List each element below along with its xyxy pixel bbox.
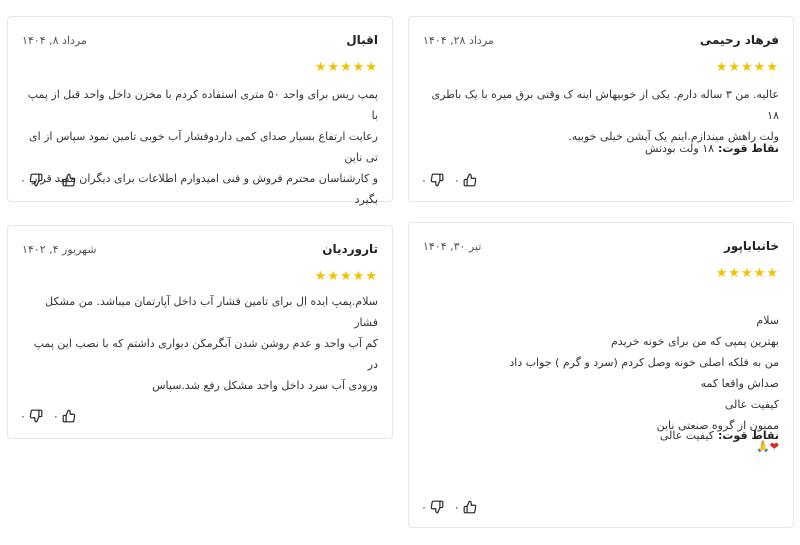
thumbs-down-icon xyxy=(430,173,444,187)
thumbs-down-icon xyxy=(29,409,43,423)
review-date: شهریور ۴, ۱۴۰۲ xyxy=(22,242,97,256)
review-author: اقبال xyxy=(346,33,378,47)
review-author: تاروردیان xyxy=(322,242,378,256)
review-votes: ۰ ۰ xyxy=(20,409,86,423)
review-date: مرداد ۲۸, ۱۴۰۴ xyxy=(423,33,494,47)
like-count: ۰ xyxy=(52,409,59,423)
review-body: پمپ ریس برای واحد ۵۰ متری استفاده کردم ب… xyxy=(27,88,378,206)
review-header: فرهاد رحیمی مرداد ۲۸, ۱۴۰۴ xyxy=(423,33,779,47)
like-button[interactable]: ۰ xyxy=(454,173,477,187)
review-header: تاروردیان شهریور ۴, ۱۴۰۲ xyxy=(22,242,378,256)
review-body: عالیه. من ۳ ساله دارم. یکی از خوبیهاش ای… xyxy=(431,88,779,143)
dislike-count: ۰ xyxy=(20,409,26,423)
review-strengths: نقاط قوت:۱۸ ولت بودنش xyxy=(423,142,779,155)
dislike-button[interactable]: ۰ xyxy=(20,173,43,187)
review-votes: ۰ ۰ xyxy=(421,500,487,514)
thumbs-up-icon xyxy=(463,173,477,187)
like-button[interactable]: ۰ xyxy=(53,409,76,423)
review-strengths: نقاط قوت:کیفیت عالی xyxy=(423,429,779,442)
review-card: تاروردیان شهریور ۴, ۱۴۰۲ ★★★★★ سلام.پمپ … xyxy=(7,225,393,439)
dislike-button[interactable]: ۰ xyxy=(421,500,444,514)
strengths-value: کیفیت عالی xyxy=(659,429,715,442)
review-date: مرداد ۸, ۱۴۰۴ xyxy=(22,33,87,47)
review-body-text: سلام بهترین پمپی که من برای خونه خریدم م… xyxy=(509,314,779,432)
dislike-count: ۰ xyxy=(421,173,427,187)
like-button[interactable]: ۰ xyxy=(454,500,477,514)
like-count: ۰ xyxy=(453,173,460,187)
review-author: خانباباپور xyxy=(723,239,779,253)
dislike-count: ۰ xyxy=(20,173,26,187)
review-body: سلام.پمپ ایده ال برای تامین فشار آب داخل… xyxy=(33,295,378,392)
review-card: فرهاد رحیمی مرداد ۲۸, ۱۴۰۴ ★★★★★ عالیه. … xyxy=(408,16,794,202)
review-date: تیر ۳۰, ۱۴۰۴ xyxy=(423,239,482,253)
strengths-label: نقاط قوت: xyxy=(718,429,779,442)
thumbs-up-icon xyxy=(463,500,477,514)
like-count: ۰ xyxy=(52,173,59,187)
review-card: خانباباپور تیر ۳۰, ۱۴۰۴ ★★★★★ سلام بهتری… xyxy=(408,222,794,528)
star-rating: ★★★★★ xyxy=(314,60,378,75)
like-count: ۰ xyxy=(453,500,460,514)
dislike-button[interactable]: ۰ xyxy=(20,409,43,423)
thumbs-down-icon xyxy=(430,500,444,514)
star-rating: ★★★★★ xyxy=(314,269,378,284)
review-votes: ۰ ۰ xyxy=(20,173,86,187)
thumbs-up-icon xyxy=(62,173,76,187)
star-rating: ★★★★★ xyxy=(715,266,779,281)
review-votes: ۰ ۰ xyxy=(421,173,487,187)
review-header: اقبال مرداد ۸, ۱۴۰۴ xyxy=(22,33,378,47)
strengths-value: ۱۸ ولت بودنش xyxy=(645,142,715,155)
thumbs-up-icon xyxy=(62,409,76,423)
like-button[interactable]: ۰ xyxy=(53,173,76,187)
strengths-label: نقاط قوت: xyxy=(718,142,779,155)
star-rating: ★★★★★ xyxy=(715,60,779,75)
dislike-count: ۰ xyxy=(421,500,427,514)
review-author: فرهاد رحیمی xyxy=(699,33,779,47)
review-card: اقبال مرداد ۸, ۱۴۰۴ ★★★★★ پمپ ریس برای و… xyxy=(7,16,393,206)
dislike-button[interactable]: ۰ xyxy=(421,173,444,187)
review-header: خانباباپور تیر ۳۰, ۱۴۰۴ xyxy=(423,239,779,253)
thumbs-down-icon xyxy=(29,173,43,187)
